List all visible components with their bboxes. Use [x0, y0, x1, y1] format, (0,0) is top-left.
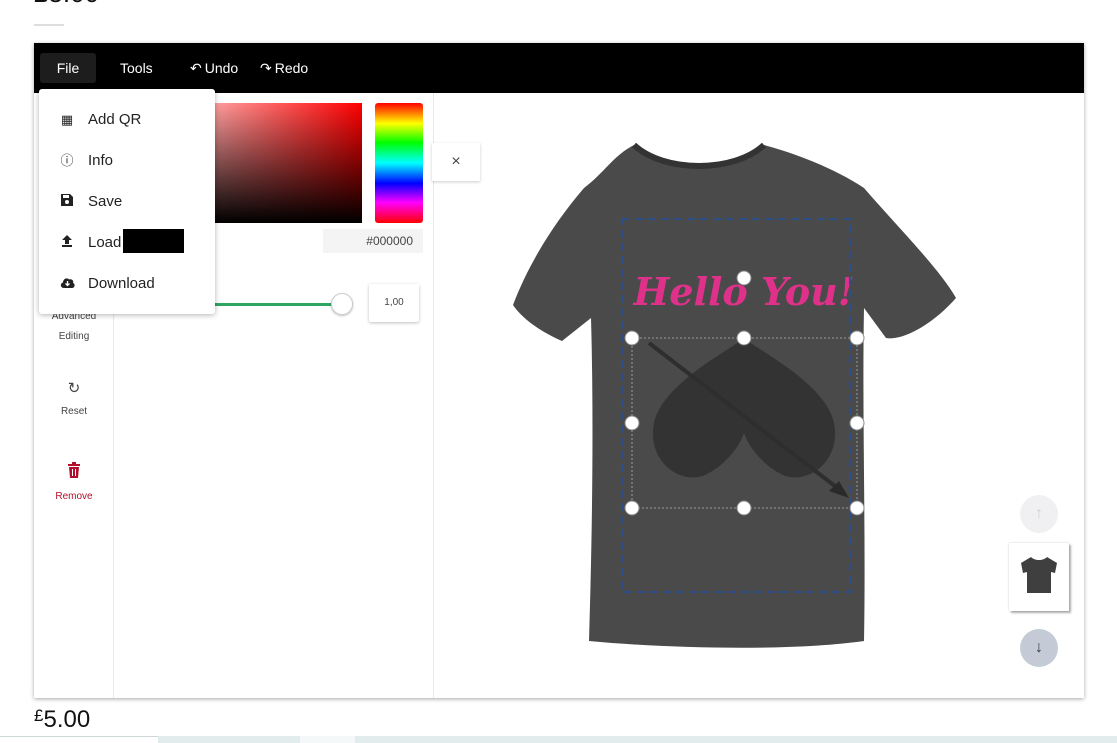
- reset-button[interactable]: ↻ Reset: [34, 379, 114, 422]
- info-icon: ⓘ: [60, 153, 74, 168]
- rotate-handle[interactable]: [736, 270, 752, 286]
- menu-item-save[interactable]: Save: [39, 181, 215, 222]
- menu-item-label: Info: [88, 152, 114, 169]
- undo-label: Undo: [204, 60, 239, 76]
- design-canvas[interactable]: Hello You!: [434, 93, 1084, 698]
- menu-item-download[interactable]: Download: [39, 263, 215, 304]
- advanced-editing-label-2: Editing: [58, 331, 90, 342]
- menu-item-label: Download: [88, 275, 155, 292]
- tshirt-thumbnail-icon: [1021, 557, 1057, 593]
- undo-icon: ↶: [190, 60, 202, 76]
- menu-item-label: Add QR: [88, 111, 142, 128]
- remove-button[interactable]: Remove: [34, 462, 114, 507]
- qr-code-icon: ▦: [60, 112, 74, 127]
- bottom-strip: [0, 736, 1117, 743]
- remove-label: Remove: [55, 491, 93, 502]
- resize-handle[interactable]: [624, 500, 640, 516]
- reset-label: Reset: [60, 406, 88, 417]
- file-menu-button[interactable]: File: [40, 53, 96, 83]
- save-icon: [59, 181, 75, 222]
- menu-item-info[interactable]: ⓘ Info: [39, 140, 215, 181]
- tshirt-canvas-svg[interactable]: Hello You!: [434, 93, 1084, 698]
- designer-toolbar: File Tools ↶ Undo ↷ Redo: [34, 43, 1084, 93]
- trash-icon: [34, 462, 114, 484]
- redo-label: Redo: [274, 60, 309, 76]
- divider: [34, 24, 64, 26]
- product-price: £5.00: [34, 706, 90, 734]
- resize-handle[interactable]: [624, 330, 640, 346]
- menu-item-label: Save: [88, 193, 123, 210]
- resize-handle[interactable]: [849, 330, 865, 346]
- resize-handle[interactable]: [736, 500, 752, 516]
- opacity-slider-handle[interactable]: [331, 293, 353, 315]
- opacity-slider-track[interactable]: [204, 303, 344, 306]
- undo-button[interactable]: ↶ Undo: [190, 53, 238, 83]
- redo-icon: ↷: [260, 60, 272, 76]
- tools-menu-button[interactable]: Tools: [120, 53, 153, 83]
- menu-item-add-qr[interactable]: ▦ Add QR: [39, 99, 215, 140]
- next-view-button[interactable]: ↓: [1020, 629, 1058, 667]
- resize-handle[interactable]: [624, 415, 640, 431]
- price-heading-top: £5.00: [34, 0, 99, 9]
- cloud-download-icon: [59, 263, 75, 304]
- previous-view-button[interactable]: ↑: [1020, 495, 1058, 533]
- bottom-strip-segment: [0, 736, 158, 743]
- refresh-icon: ↻: [67, 380, 81, 397]
- file-dropdown-menu: ▦ Add QR ⓘ Info Save Load Download: [39, 89, 215, 314]
- product-designer: File Tools ↶ Undo ↷ Redo Advanced Editing …: [34, 43, 1084, 698]
- upload-icon: [59, 222, 75, 263]
- resize-handle[interactable]: [736, 330, 752, 346]
- hue-slider[interactable]: [375, 103, 423, 223]
- view-thumbnail[interactable]: [1009, 543, 1069, 611]
- arrow-down-icon: ↓: [1035, 639, 1043, 656]
- price-amount: 5.00: [43, 706, 91, 733]
- opacity-value-box[interactable]: 1,00: [369, 284, 419, 322]
- hex-color-input[interactable]: #000000: [323, 229, 423, 253]
- resize-handle[interactable]: [849, 415, 865, 431]
- resize-handle[interactable]: [849, 500, 865, 516]
- redacted-block: [123, 229, 184, 253]
- arrow-up-icon: ↑: [1035, 505, 1043, 522]
- bottom-strip-segment: [300, 736, 355, 743]
- redo-button[interactable]: ↷ Redo: [260, 53, 308, 83]
- menu-item-label: Load: [88, 234, 122, 251]
